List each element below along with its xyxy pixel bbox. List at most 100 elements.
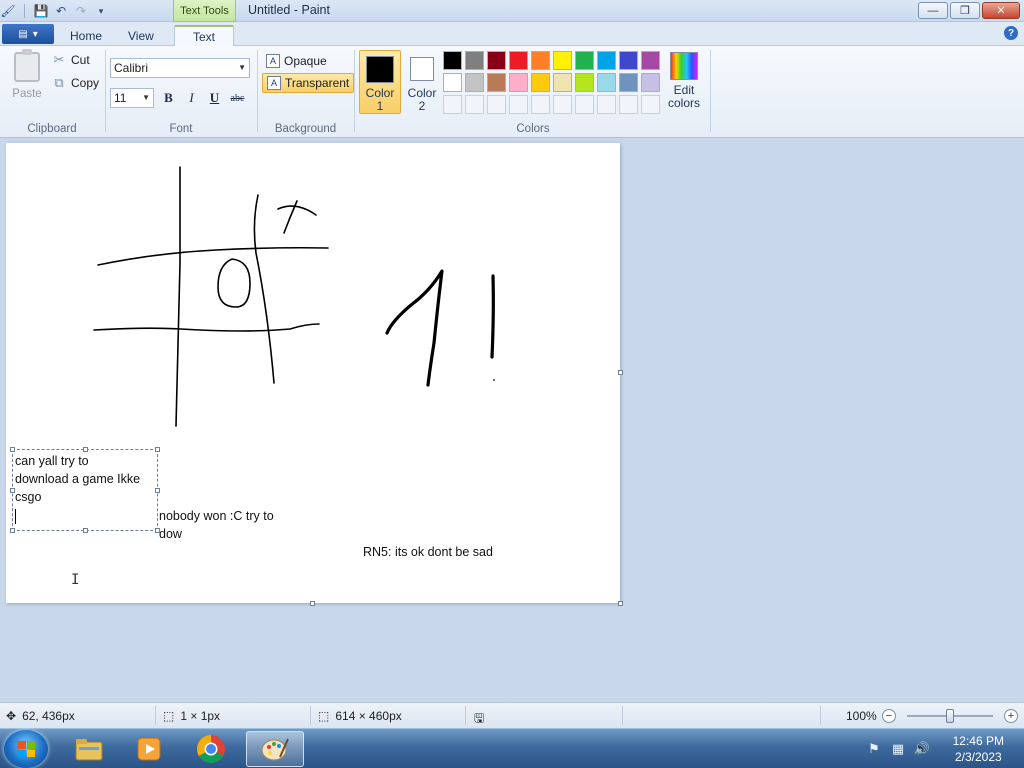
clock[interactable]: 12:46 PM 2/3/2023: [953, 733, 1004, 765]
dropdown-arrow-icon: ▼: [142, 93, 150, 102]
clipboard-icon: [14, 49, 40, 82]
dropdown-arrow-icon: ▼: [238, 63, 246, 72]
canvas-resize-handle-bottom[interactable]: [310, 601, 315, 606]
opaque-label: Opaque: [284, 54, 327, 68]
copy-icon: ⧉: [54, 75, 64, 90]
canvas-text-rn5: RN5: its ok dont be sad: [363, 545, 493, 559]
image-size-value: 614 × 460px: [335, 709, 402, 723]
dropdown-arrow-icon: ▾: [32, 28, 38, 40]
resize-handle[interactable]: [10, 528, 15, 533]
zoom-in-button[interactable]: +: [1004, 709, 1018, 723]
resize-handle[interactable]: [83, 528, 88, 533]
tab-home[interactable]: Home: [58, 25, 114, 46]
transparent-button[interactable]: A Transparent: [262, 73, 355, 93]
taskbar-explorer[interactable]: [62, 731, 116, 767]
textbox-line: download a game Ikke: [15, 472, 141, 486]
opaque-button[interactable]: A Opaque: [262, 51, 331, 71]
font-group-label: Font: [169, 123, 193, 135]
colors-group-label: Colors: [516, 123, 550, 135]
system-tray: ⚑ ▦ 🔊 12:46 PM 2/3/2023: [854, 729, 1024, 768]
strikethrough-button[interactable]: abc: [227, 88, 248, 108]
selection-icon: ⬚: [163, 709, 175, 723]
drawing-canvas[interactable]: can yall try to download a game Ikke csg…: [6, 143, 623, 606]
windows-logo-icon: [17, 741, 35, 757]
taskbar-media-player[interactable]: [122, 731, 176, 767]
file-size: 🖫: [474, 709, 484, 730]
move-cursor-icon: ✥: [6, 709, 17, 723]
media-player-icon: [137, 737, 161, 761]
textbox-line: csgo: [15, 490, 42, 504]
title-bar: 🖌 💾 ↶ ↷ ▾ Text Tools Untitled - Paint — …: [0, 0, 1024, 22]
digit-one: [385, 269, 444, 387]
image-size-icon: ⬚: [318, 709, 330, 723]
font-family-select[interactable]: Calibri ▼: [110, 58, 250, 78]
ibeam-cursor-icon: I: [71, 572, 80, 588]
help-icon[interactable]: ?: [1004, 26, 1018, 40]
o-mark: [217, 258, 251, 308]
taskbar: ⚑ ▦ 🔊 12:46 PM 2/3/2023: [0, 728, 1024, 768]
chrome-icon: [197, 735, 225, 763]
canvas-resize-handle-right[interactable]: [618, 370, 623, 375]
minimize-button[interactable]: —: [918, 2, 948, 19]
copy-button[interactable]: ⧉ Copy: [52, 75, 99, 91]
clock-date: 2/3/2023: [954, 750, 1002, 764]
canvas-resize-handle-corner[interactable]: [618, 601, 623, 606]
resize-handle[interactable]: [155, 488, 160, 493]
colors-group: Colors: [356, 46, 710, 138]
network-icon[interactable]: ▦: [890, 741, 906, 757]
transparent-icon: A: [267, 76, 281, 90]
tab-text[interactable]: Text: [174, 25, 234, 46]
start-button[interactable]: [4, 730, 48, 768]
paste-label: Paste: [12, 88, 42, 100]
textbox-line: can yall try to: [15, 454, 89, 468]
status-bar: ✥ 62, 436px ⬚ 1 × 1px ⬚ 614 × 460px 🖫 10…: [0, 702, 1024, 728]
text-caret: [15, 509, 16, 524]
volume-icon[interactable]: 🔊: [914, 741, 930, 757]
background-group-label: Background: [274, 123, 337, 135]
menu-icon: ▤: [18, 28, 28, 40]
grid-vertical-line-right: [253, 194, 275, 384]
paint-app-icon[interactable]: 🖌: [0, 3, 16, 19]
disk-icon: 🖫: [474, 711, 485, 725]
close-button[interactable]: ✕: [982, 2, 1020, 19]
tab-view[interactable]: View: [116, 25, 166, 46]
maximize-button[interactable]: ❐: [950, 2, 980, 19]
copy-label: Copy: [71, 76, 100, 90]
x-mark-stroke-1: [277, 205, 317, 216]
canvas-drawing: [93, 166, 495, 427]
folder-icon: [75, 739, 103, 761]
taskbar-chrome[interactable]: [184, 731, 238, 767]
ribbon-tabs: ▤ ▾ Home View Text ?: [0, 22, 1024, 46]
italic-button[interactable]: I: [181, 88, 202, 108]
font-group: Calibri ▼ 11 ▼ B I U abc Font: [106, 46, 256, 138]
paint-menu-button[interactable]: ▤ ▾: [2, 24, 54, 44]
underline-button[interactable]: U: [204, 88, 225, 108]
customize-qat-icon[interactable]: ▾: [93, 3, 109, 19]
window-title: Untitled - Paint: [248, 3, 330, 17]
grid-vertical-line-left: [175, 166, 181, 427]
undo-icon[interactable]: ↶: [53, 3, 69, 19]
bold-button[interactable]: B: [158, 88, 179, 108]
clipboard-group: Paste ✂ Cut ⧉ Copy Clipboard: [0, 46, 104, 138]
selection-size: ⬚ 1 × 1px: [163, 709, 220, 723]
paste-button[interactable]: Paste: [8, 49, 46, 104]
font-size-select[interactable]: 11 ▼: [110, 88, 154, 108]
zoom-level: 100%: [846, 709, 877, 723]
grid-horizontal-line-top: [97, 246, 329, 266]
save-icon[interactable]: 💾: [33, 3, 49, 19]
action-center-icon[interactable]: ⚑: [866, 741, 882, 757]
image-size: ⬚ 614 × 460px: [318, 709, 402, 723]
clock-time: 12:46 PM: [952, 734, 1004, 748]
zoom-slider-thumb[interactable]: [946, 709, 954, 723]
cut-button[interactable]: ✂ Cut: [52, 52, 90, 68]
redo-icon[interactable]: ↷: [73, 3, 89, 19]
text-line: nobody won :C try to: [159, 509, 274, 523]
resize-handle[interactable]: [155, 447, 160, 452]
cursor-position-value: 62, 436px: [22, 709, 75, 723]
font-size-value: 11: [114, 91, 127, 105]
taskbar-paint[interactable]: [246, 731, 304, 767]
canvas-text-nobody-won: nobody won :C try to dow: [159, 507, 274, 543]
zoom-out-button[interactable]: −: [882, 709, 896, 723]
opaque-icon: A: [266, 54, 280, 68]
workspace: can yall try to download a game Ikke csg…: [0, 139, 1024, 702]
